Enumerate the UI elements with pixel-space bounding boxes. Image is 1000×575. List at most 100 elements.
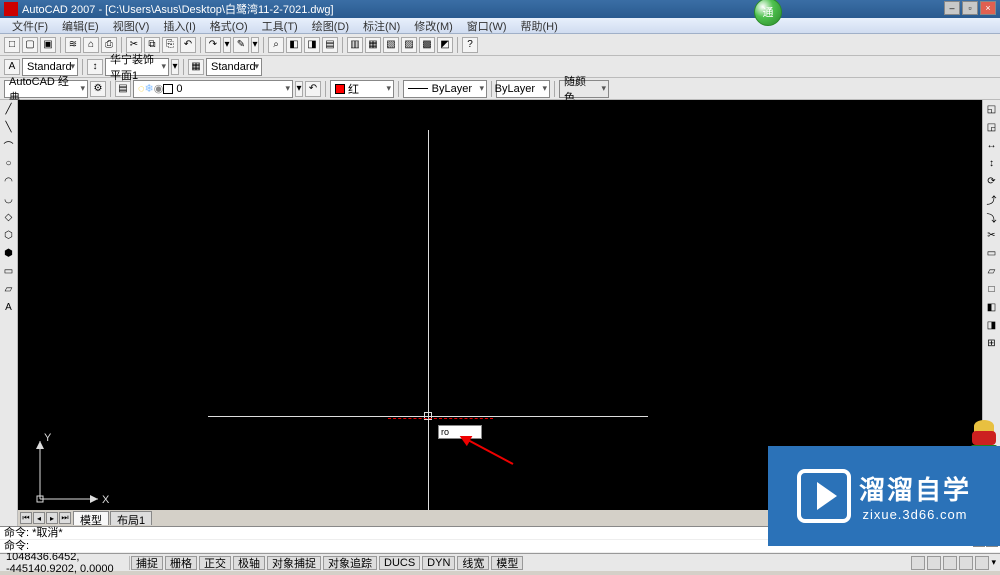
xline-icon[interactable]: ╲ [2, 120, 16, 134]
annot-drop-icon[interactable]: ▾ [171, 59, 179, 75]
tray-lock-icon[interactable] [959, 556, 973, 570]
dyn-toggle[interactable]: DYN [422, 556, 455, 570]
props-icon[interactable]: ▥ [347, 37, 363, 53]
erase-icon[interactable]: ◱ [985, 102, 999, 116]
stretch-icon[interactable]: ▭ [985, 246, 999, 260]
dimstyle-icon[interactable]: ↕ [87, 59, 103, 75]
zoom-icon[interactable]: ◧ [286, 37, 302, 53]
layer-manager-icon[interactable]: ▤ [115, 81, 131, 97]
menu-file[interactable]: 文件(F) [6, 17, 54, 35]
workspace-settings-icon[interactable]: ⚙ [90, 81, 106, 97]
tab-prev-icon[interactable]: ◂ [33, 512, 45, 524]
arc-icon[interactable]: ◡ [2, 192, 16, 206]
move-icon[interactable]: ⤴ [985, 192, 999, 206]
minimize-button[interactable]: – [944, 1, 960, 15]
polar-toggle[interactable]: 极轴 [233, 556, 265, 570]
zoom-window-icon[interactable]: ◨ [304, 37, 320, 53]
break-icon[interactable]: ◧ [985, 300, 999, 314]
tray-icon[interactable] [927, 556, 941, 570]
ellipse-icon[interactable]: ▭ [2, 264, 16, 278]
polygon-icon[interactable]: ○ [2, 156, 16, 170]
preview-icon[interactable]: ⌂ [83, 37, 99, 53]
grid-toggle[interactable]: 栅格 [165, 556, 197, 570]
tablestyle-icon[interactable]: ▦ [188, 59, 204, 75]
redo-icon[interactable]: ✎ [233, 37, 249, 53]
spline-icon[interactable]: ⬢ [2, 246, 16, 260]
save-icon[interactable]: ▣ [40, 37, 56, 53]
undo-icon[interactable]: ↷ [205, 37, 221, 53]
tab-first-icon[interactable]: ⏮ [20, 512, 32, 524]
zoom-prev-icon[interactable]: ▤ [322, 37, 338, 53]
rectangle-icon[interactable]: ◠ [2, 174, 16, 188]
ducs-toggle[interactable]: DUCS [379, 556, 420, 570]
menu-view[interactable]: 视图(V) [107, 17, 156, 35]
hatch-icon[interactable]: ▱ [2, 282, 16, 296]
chamfer-icon[interactable]: ◨ [985, 318, 999, 332]
selected-line-object[interactable] [388, 418, 493, 419]
tray-icon[interactable] [943, 556, 957, 570]
annot-combo[interactable]: 华宁装饰平面1 [105, 58, 169, 76]
pan-icon[interactable]: ⌕ [268, 37, 284, 53]
offset-icon[interactable]: ↕ [985, 156, 999, 170]
designcenter-icon[interactable]: ▦ [365, 37, 381, 53]
menu-dimension[interactable]: 标注(N) [357, 17, 406, 35]
array-icon[interactable]: ⟳ [985, 174, 999, 188]
sheetset-icon[interactable]: ▨ [401, 37, 417, 53]
menu-draw[interactable]: 绘图(D) [306, 17, 355, 35]
circle-icon[interactable]: ◇ [2, 210, 16, 224]
layer-combo[interactable]: ◌ ❄ ◉ 0 [133, 80, 293, 98]
menu-insert[interactable]: 插入(I) [157, 17, 201, 35]
layerprev-icon[interactable]: ↶ [305, 81, 321, 97]
markup-icon[interactable]: ▩ [419, 37, 435, 53]
workspace-combo[interactable]: AutoCAD 经典 [4, 80, 88, 98]
open-icon[interactable]: ▢ [22, 37, 38, 53]
undo-drop-icon[interactable]: ▾ [223, 37, 231, 53]
menu-format[interactable]: 格式(O) [204, 17, 254, 35]
new-icon[interactable]: □ [4, 37, 20, 53]
toolpalette-icon[interactable]: ▧ [383, 37, 399, 53]
menu-help[interactable]: 帮助(H) [515, 17, 564, 35]
snap-toggle[interactable]: 捕捉 [131, 556, 163, 570]
clean-screen-icon[interactable] [975, 556, 989, 570]
model-toggle[interactable]: 模型 [491, 556, 523, 570]
help-icon[interactable]: ? [462, 37, 478, 53]
redo-drop-icon[interactable]: ▾ [251, 37, 259, 53]
lwt-toggle[interactable]: 线宽 [457, 556, 489, 570]
scale-icon[interactable]: ✂ [985, 228, 999, 242]
mtext-icon[interactable]: A [2, 300, 16, 314]
paste-icon[interactable]: ⎘ [162, 37, 178, 53]
fillet-icon[interactable]: ⊞ [985, 336, 999, 350]
menu-edit[interactable]: 编辑(E) [56, 17, 105, 35]
mirror-icon[interactable]: ↔ [985, 138, 999, 152]
close-button[interactable]: × [980, 1, 996, 15]
menu-window[interactable]: 窗口(W) [461, 17, 513, 35]
calc-icon[interactable]: ◩ [437, 37, 453, 53]
matchprop-icon[interactable]: ↶ [180, 37, 196, 53]
menu-tools[interactable]: 工具(T) [256, 17, 304, 35]
tray-expand-icon[interactable]: ▾ [991, 557, 996, 568]
dimstyle-combo[interactable]: Standard [206, 58, 262, 76]
lineweight-combo[interactable]: ByLayer [496, 80, 550, 98]
color-combo[interactable]: 红 [330, 80, 394, 98]
line-icon[interactable]: ╱ [2, 102, 16, 116]
pline-icon[interactable]: ⌒ [2, 138, 16, 152]
trim-icon[interactable]: ▱ [985, 264, 999, 278]
ortho-toggle[interactable]: 正交 [199, 556, 231, 570]
maximize-button[interactable]: ▫ [962, 1, 978, 15]
plot-icon[interactable]: ≋ [65, 37, 81, 53]
copy-obj-icon[interactable]: ◲ [985, 120, 999, 134]
linetype-combo[interactable]: ByLayer [403, 80, 487, 98]
menu-modify[interactable]: 修改(M) [408, 17, 459, 35]
tray-icon[interactable] [911, 556, 925, 570]
tab-next-icon[interactable]: ▸ [46, 512, 58, 524]
tab-last-icon[interactable]: ⏭ [59, 512, 71, 524]
coords-readout[interactable]: 1048436.6452, -445140.9202, 0.0000 [0, 556, 130, 570]
tab-layout1[interactable]: 布局1 [110, 511, 152, 525]
otrack-toggle[interactable]: 对象追踪 [323, 556, 377, 570]
revcloud-icon[interactable]: ⬡ [2, 228, 16, 242]
tab-model[interactable]: 模型 [73, 511, 109, 525]
plotstyle-combo[interactable]: 随颜色 [559, 80, 609, 98]
rotate-icon[interactable]: ⤵ [985, 210, 999, 224]
extend-icon[interactable]: □ [985, 282, 999, 296]
layer-drop-icon[interactable]: ▾ [295, 81, 303, 97]
